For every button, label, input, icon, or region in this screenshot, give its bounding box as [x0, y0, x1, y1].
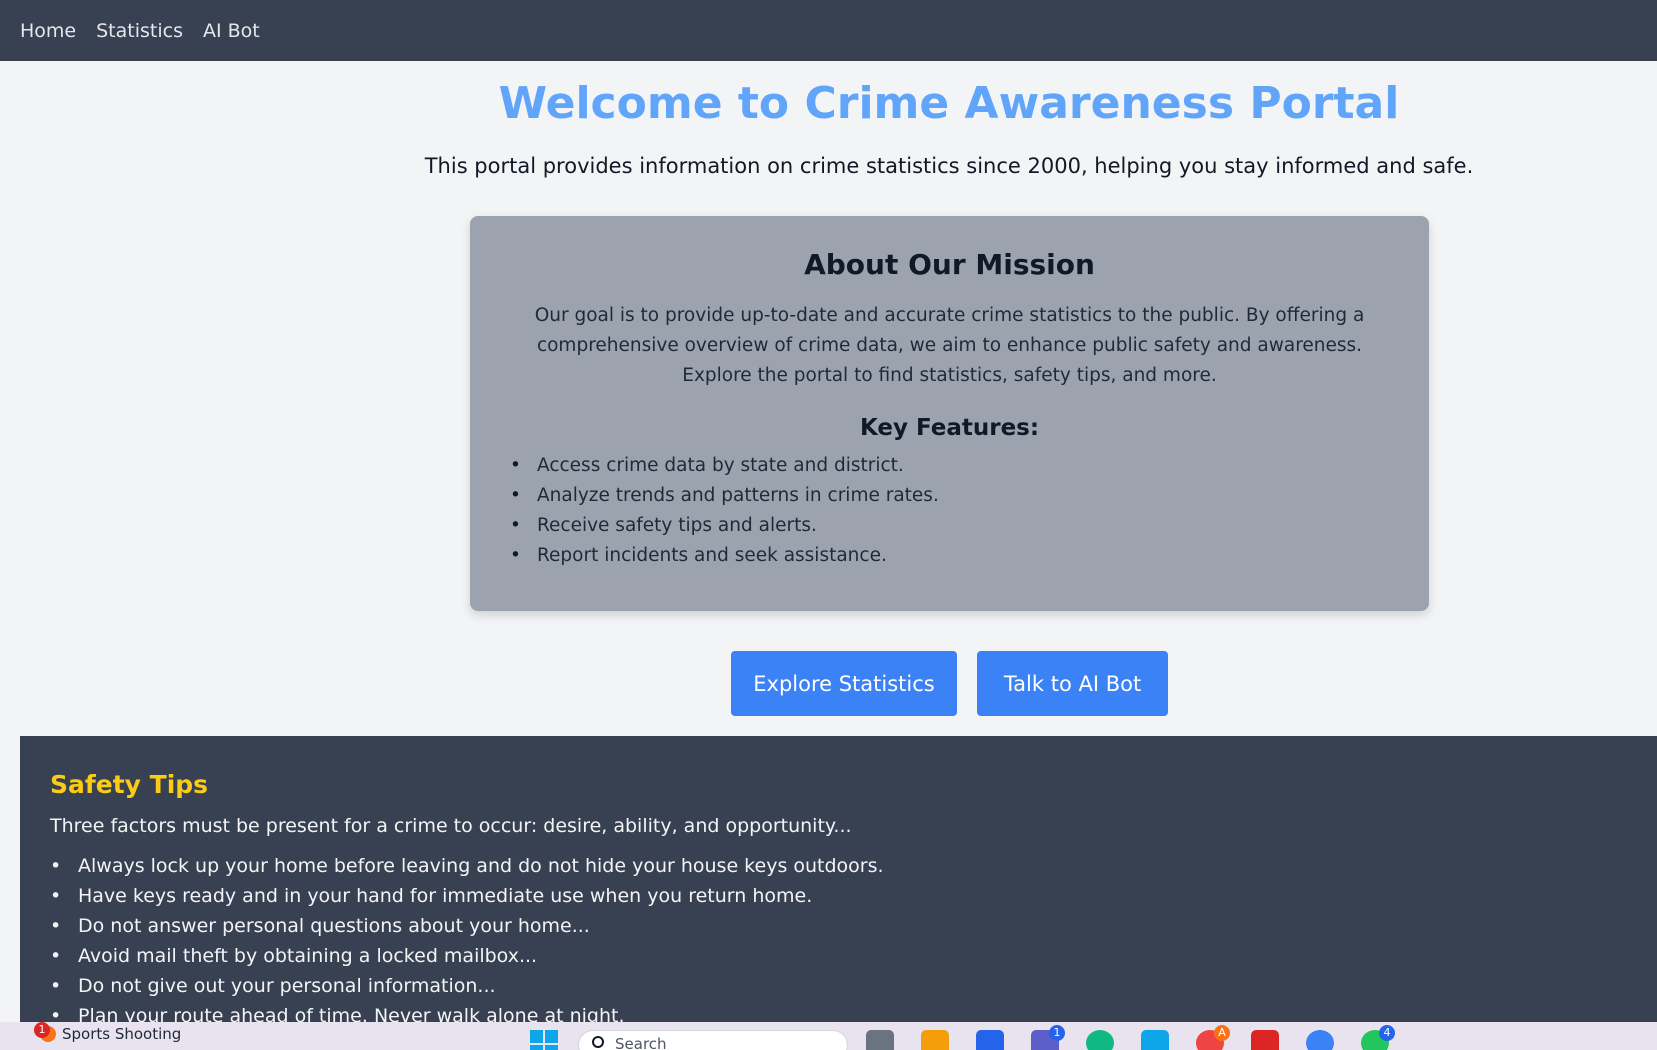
edge-browser-icon[interactable] [1086, 1030, 1114, 1050]
safety-tip-item: Do not give out your personal informatio… [50, 971, 1627, 1001]
vscode-icon[interactable] [1141, 1030, 1169, 1050]
task-view-icon[interactable] [866, 1030, 894, 1050]
telegram-icon[interactable] [1306, 1030, 1334, 1050]
file-explorer-icon[interactable] [921, 1030, 949, 1050]
safety-tips-list: Always lock up your home before leaving … [50, 851, 1627, 1026]
safety-tips-heading: Safety Tips [50, 770, 209, 799]
mission-body: Our goal is to provide up-to-date and ac… [534, 305, 1365, 386]
mission-card: About Our Mission Our goal is to provide… [470, 216, 1429, 611]
mission-heading: About Our Mission [804, 248, 1095, 281]
store-icon[interactable] [976, 1030, 1004, 1050]
brave-icon[interactable] [1251, 1030, 1279, 1050]
safety-tip-item: Avoid mail theft by obtaining a locked m… [50, 941, 1627, 971]
chrome-badge: A [1214, 1025, 1230, 1041]
chrome-icon[interactable]: A [1196, 1025, 1230, 1050]
feature-item: Access crime data by state and district. [500, 451, 1389, 481]
taskbar-search-input[interactable]: Search [578, 1030, 848, 1050]
notification-badge: 1 [34, 1022, 50, 1038]
page-subtitle: This portal provides information on crim… [424, 154, 1474, 178]
talk-to-ai-bot-button[interactable]: Talk to AI Bot [977, 651, 1168, 716]
page-title: Welcome to Crime Awareness Portal [498, 78, 1400, 129]
os-taskbar: 1 Sports Shooting Search 1 A 4 [0, 1022, 1657, 1050]
teams-badge: 1 [1049, 1025, 1065, 1041]
widget-label: Sports Shooting [62, 1025, 182, 1043]
safety-tips-lead: Three factors must be present for a crim… [50, 815, 852, 837]
nav-statistics-link[interactable]: Statistics [96, 20, 183, 42]
safety-tip-item: Do not answer personal questions about y… [50, 911, 1627, 941]
feature-item: Receive safety tips and alerts. [500, 511, 1389, 541]
taskbar-widget[interactable]: 1 Sports Shooting [30, 1022, 182, 1043]
feature-item: Analyze trends and patterns in crime rat… [500, 481, 1389, 511]
windows-start-icon[interactable] [530, 1030, 558, 1050]
search-icon [592, 1036, 604, 1048]
nav-ai-bot-link[interactable]: AI Bot [203, 20, 260, 42]
top-nav: Home Statistics AI Bot [0, 0, 1657, 61]
features-list: Access crime data by state and district.… [500, 451, 1389, 571]
teams-icon[interactable]: 1 [1031, 1025, 1065, 1050]
feature-item: Report incidents and seek assistance. [500, 541, 1389, 571]
safety-tips-section: Safety Tips Three factors must be presen… [20, 736, 1657, 1026]
explore-statistics-button[interactable]: Explore Statistics [731, 651, 957, 716]
nav-home-link[interactable]: Home [20, 20, 76, 42]
safety-tip-item: Have keys ready and in your hand for imm… [50, 881, 1627, 911]
whatsapp-icon[interactable]: 4 [1361, 1025, 1395, 1050]
features-heading: Key Features: [859, 415, 1040, 441]
whatsapp-badge: 4 [1379, 1025, 1395, 1041]
safety-tip-item: Always lock up your home before leaving … [50, 851, 1627, 881]
